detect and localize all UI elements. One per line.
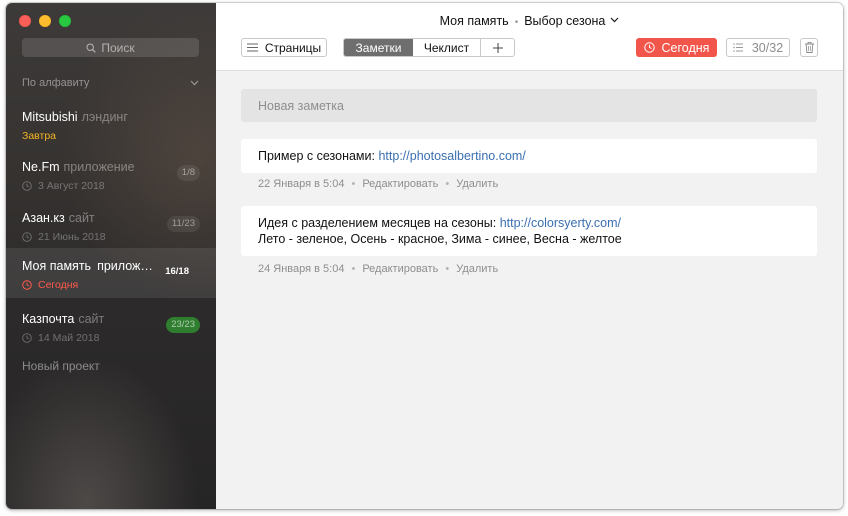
delete-button[interactable]	[800, 38, 818, 57]
toolbar: Моя память • Выбор сезона Страницы Заметки…	[216, 3, 843, 71]
plus-icon	[492, 42, 503, 53]
breadcrumb-page: Выбор сезона	[524, 14, 606, 28]
project-type: сайт	[78, 312, 105, 326]
list-icon	[733, 43, 743, 52]
meta-separator: •	[351, 263, 356, 275]
breadcrumb-page-dropdown[interactable]: Выбор сезона	[524, 14, 619, 28]
main-content: Моя память • Выбор сезона Страницы Заметки…	[216, 3, 843, 509]
project-due-date: Сегодня	[38, 279, 79, 291]
minimize-window-button[interactable]	[39, 15, 51, 27]
app-window: Поиск По алфавиту Mitsubishi лэндинг Завт…	[6, 3, 843, 509]
menu-lines-icon	[246, 43, 258, 52]
note-meta: 24 Января в 5:04 • Редактировать • Удали…	[258, 263, 498, 275]
note-card: Идея с разделением месяцев на сезоны: ht…	[241, 206, 817, 256]
delete-note-button[interactable]: Удалить	[456, 178, 498, 190]
clock-icon	[22, 333, 32, 343]
note-date: 24 Января в 5:04	[258, 263, 345, 275]
project-due: 14 Май 2018	[22, 332, 99, 344]
project-name: Mitsubishi	[22, 110, 78, 124]
project-name: Азан.кз	[22, 211, 65, 225]
task-count-badge: 16/18	[165, 266, 189, 277]
note-line-2: Лето - зеленое, Осень - красное, Зима - …	[258, 232, 622, 246]
project-due-date: 21 Июнь 2018	[38, 231, 106, 243]
breadcrumb-separator: •	[514, 17, 519, 28]
project-item-kazpost[interactable]: Казпочта сайт 14 Май 2018 23/23	[6, 301, 216, 351]
chevron-down-icon	[190, 80, 199, 86]
note-card: Пример с сезонами: http://photosalbertin…	[241, 139, 817, 173]
note-text: Идея с разделением месяцев на сезоны:	[258, 216, 500, 230]
note-date: 22 Января в 5:04	[258, 178, 345, 190]
edit-note-button[interactable]: Редактировать	[362, 178, 438, 190]
meta-separator: •	[445, 178, 450, 190]
search-icon	[86, 42, 97, 53]
today-button[interactable]: Сегодня	[636, 38, 717, 57]
project-type: лэндинг	[81, 110, 128, 124]
tab-checklist[interactable]: Чеклист	[413, 39, 481, 56]
note-link[interactable]: http://colorsyerty.com/	[500, 216, 621, 230]
project-item-my-memory[interactable]: Моя память прилож… Сегодня 16/18	[6, 248, 216, 298]
project-due: Сегодня	[22, 279, 78, 291]
project-title: Mitsubishi лэндинг	[22, 110, 128, 124]
task-count-badge: 23/23	[166, 317, 200, 333]
project-type: прилож…	[97, 259, 153, 273]
task-count-button[interactable]: 30/32	[726, 38, 790, 57]
chevron-down-icon	[610, 17, 619, 23]
project-item-nefm[interactable]: Ne.Fm приложение 3 Август 2018 1/8	[6, 149, 216, 199]
edit-note-button[interactable]: Редактировать	[362, 263, 438, 275]
sort-label: По алфавиту	[22, 77, 90, 89]
task-count-badge: 11/23	[166, 216, 200, 232]
view-tabs: Заметки Чеклист	[343, 38, 515, 57]
clock-icon	[22, 232, 32, 242]
meta-separator: •	[445, 263, 450, 275]
search-placeholder: Поиск	[101, 40, 135, 55]
delete-note-button[interactable]: Удалить	[456, 263, 498, 275]
sidebar: Поиск По алфавиту Mitsubishi лэндинг Завт…	[6, 3, 216, 509]
clock-icon	[22, 280, 32, 290]
project-name: Моя память	[22, 259, 92, 273]
today-button-label: Сегодня	[661, 40, 710, 55]
close-window-button[interactable]	[19, 15, 31, 27]
task-count-badge: 1/8	[176, 165, 200, 181]
maximize-window-button[interactable]	[59, 15, 71, 27]
project-type: приложение	[63, 160, 135, 174]
clock-icon	[22, 181, 32, 191]
new-note-input[interactable]: Новая заметка	[241, 89, 817, 122]
project-name: Ne.Fm	[22, 160, 60, 174]
clock-icon	[643, 42, 655, 53]
window-controls	[19, 15, 71, 27]
project-due: 21 Июнь 2018	[22, 231, 106, 243]
project-name: Казпочта	[22, 312, 75, 326]
project-title: Азан.кз сайт	[22, 211, 95, 225]
new-project-button[interactable]: Новый проект	[22, 359, 100, 373]
pages-button-label: Страницы	[264, 40, 322, 55]
note-text: Пример с сезонами:	[258, 149, 379, 163]
project-title: Моя память прилож…	[22, 259, 153, 273]
project-due-date: 3 Август 2018	[38, 180, 105, 192]
sort-dropdown[interactable]: По алфавиту	[22, 77, 199, 89]
task-count-label: 30/32	[751, 40, 784, 55]
project-title: Казпочта сайт	[22, 312, 104, 326]
breadcrumb: Моя память • Выбор сезона	[216, 14, 843, 28]
project-due-date: Завтра	[22, 130, 57, 142]
project-title: Ne.Fm приложение	[22, 160, 135, 174]
meta-separator: •	[351, 178, 356, 190]
project-due-date: 14 Май 2018	[38, 332, 100, 344]
note-meta: 22 Января в 5:04 • Редактировать • Удали…	[258, 178, 498, 190]
breadcrumb-project[interactable]: Моя память	[440, 14, 509, 28]
add-tab-button[interactable]	[481, 39, 514, 56]
note-link[interactable]: http://photosalbertino.com/	[378, 149, 525, 163]
project-item-azan[interactable]: Азан.кз сайт 21 Июнь 2018 11/23	[6, 200, 216, 250]
project-due: Завтра	[22, 130, 56, 142]
note-line-1: Идея с разделением месяцев на сезоны: ht…	[258, 215, 800, 231]
project-item-mitsubishi[interactable]: Mitsubishi лэндинг Завтра	[6, 99, 216, 149]
trash-icon	[804, 42, 814, 53]
pages-button[interactable]: Страницы	[241, 38, 327, 57]
project-type: сайт	[68, 211, 95, 225]
tab-notes[interactable]: Заметки	[344, 39, 413, 56]
search-input[interactable]: Поиск	[22, 38, 199, 57]
project-due: 3 Август 2018	[22, 180, 105, 192]
